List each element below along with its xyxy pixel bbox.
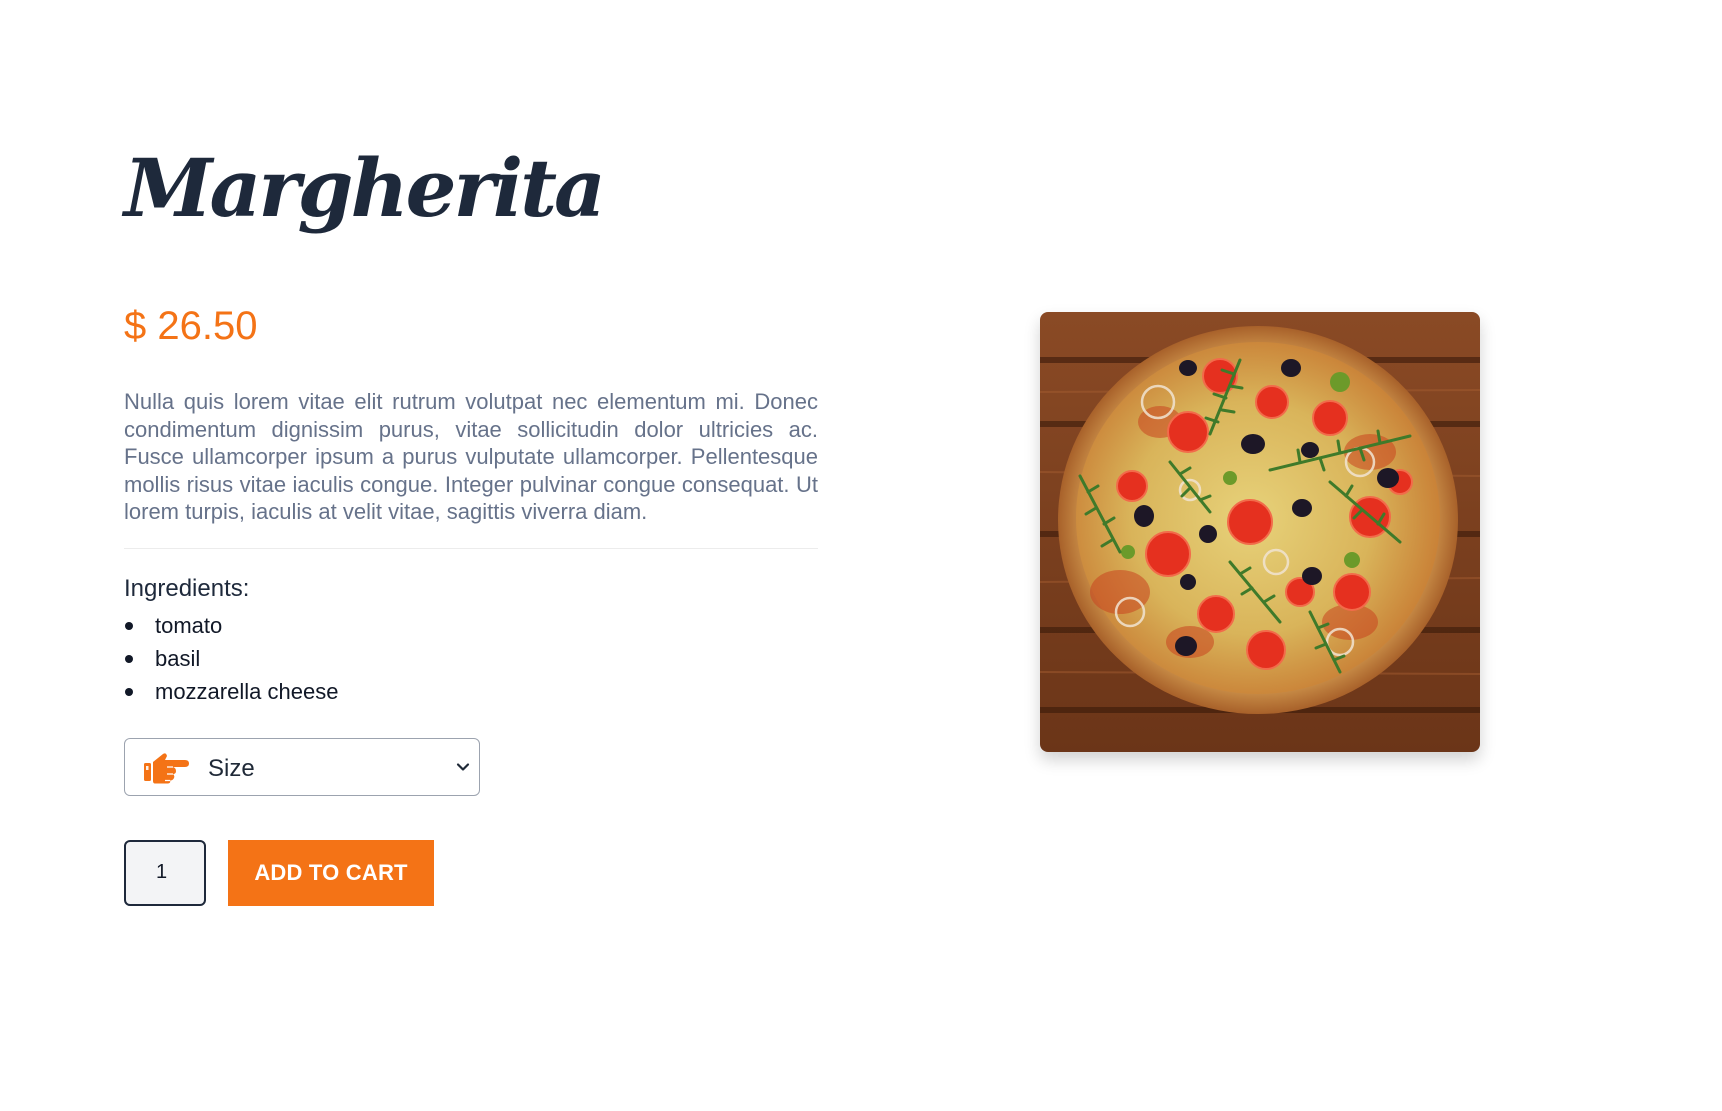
bullet-icon [125,654,133,663]
ingredient-label: basil [155,645,201,671]
product-title: Margherita [124,141,606,235]
ingredient-label: tomato [155,612,223,638]
bullet-icon [125,687,133,696]
ingredient-item: tomato [124,609,818,642]
ingredient-label: mozzarella cheese [155,678,339,704]
ingredients-heading: Ingredients: [124,574,250,602]
product-page: Margherita $ 26.50 Nulla quis lorem vita… [0,0,1722,1111]
add-to-cart-button[interactable]: ADD TO CART [228,839,434,906]
quantity-input[interactable] [124,839,206,906]
pointing-hand-icon [144,752,189,783]
bullet-icon [125,621,133,630]
ingredient-item: basil [124,642,818,675]
cart-row: ADD TO CART [124,839,818,906]
product-image [1040,312,1480,752]
product-info: Margherita $ 26.50 Nulla quis lorem vita… [124,130,818,906]
size-select[interactable]: Size [124,737,480,796]
chevron-down-icon [456,762,470,771]
ingredients-list: tomato basil mozzarella cheese [124,609,818,708]
product-price: $ 26.50 [124,304,258,348]
pizza-photo [1040,312,1480,752]
product-description: Nulla quis lorem vitae elit rutrum volut… [124,388,818,549]
size-select-value: Size [208,754,255,782]
ingredient-item: mozzarella cheese [124,675,818,708]
